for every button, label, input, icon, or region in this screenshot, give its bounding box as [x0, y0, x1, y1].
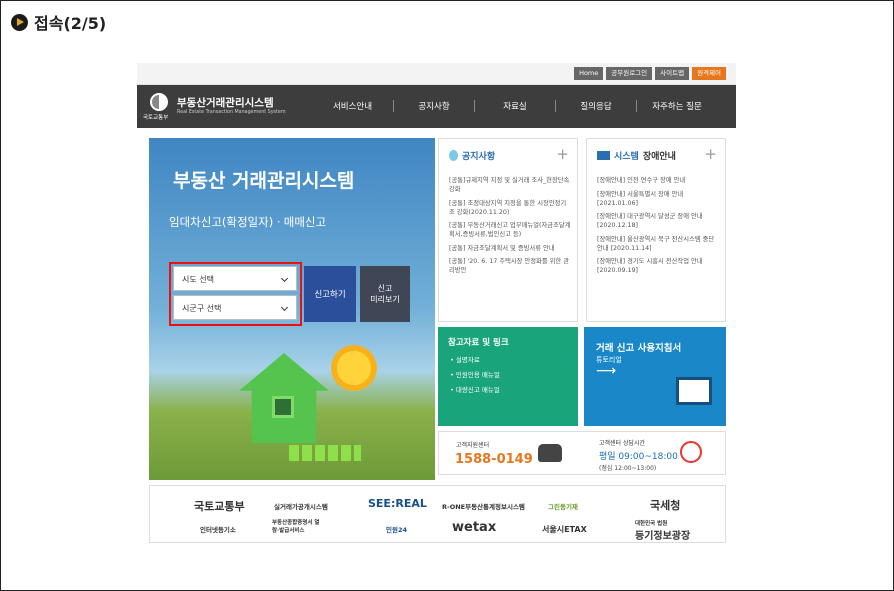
rone-link[interactable]: R-ONE부동산통계정보시스템: [442, 501, 525, 511]
clock-icon: [680, 441, 702, 463]
computer-icon: [676, 377, 712, 405]
resource-link-label: 민원인용 매뉴얼: [455, 371, 500, 379]
court-registry-link[interactable]: 등기정보광장: [635, 527, 690, 542]
outage-item[interactable]: [장애안내] 경기도 시흥시 전산작업 안내 [2020.09.19]: [597, 257, 719, 275]
site-logo-subtitle: Real Estate Transaction Management Syste…: [177, 110, 286, 115]
official-login-link[interactable]: 공무원로그인: [606, 67, 653, 80]
paper-people-illustration: [289, 445, 361, 461]
house-window-illustration: [272, 396, 294, 418]
seereal-link[interactable]: SEE:REAL: [368, 497, 427, 510]
menu-library[interactable]: 자료실: [474, 100, 555, 112]
hours-value: 평일 09:00~18:00: [599, 452, 678, 462]
menu-notice[interactable]: 공지사항: [393, 100, 474, 112]
lunch-hours: (점심 12:00~13:00): [599, 465, 657, 472]
menu-service-guide[interactable]: 서비스안내: [312, 100, 393, 112]
remote-control-link[interactable]: 원격제어: [692, 67, 726, 80]
report-button[interactable]: 신고하기: [304, 266, 356, 322]
utility-bar: Home 공무원로그인 사이트맵 원격제어: [137, 63, 736, 85]
slide-heading: 접속(2/5): [11, 10, 106, 34]
resource-link-guide[interactable]: • 설명자료: [450, 354, 480, 364]
notice-item[interactable]: [공통] 조정대상지역 지정을 통한 시장안정기조 강화(2020.11.20): [449, 199, 571, 217]
report-preview-button[interactable]: 신고미리보기: [360, 266, 410, 322]
play-bullet-icon: [11, 13, 28, 31]
arrow-right-icon: ⟶: [596, 363, 617, 379]
user-guide-panel[interactable]: 거래 신고 사용지침서 튜토리얼 ⟶: [584, 327, 726, 426]
seoul-etax-link[interactable]: 서울시ETAX: [542, 524, 587, 535]
notice-item[interactable]: [공통]규제지역 지정 및 실거래 조사_현장단속 강화: [449, 176, 571, 194]
outage-title-system[interactable]: 시스템: [614, 149, 639, 162]
support-center-label: 고객지원센터: [456, 442, 490, 449]
home-link[interactable]: Home: [574, 67, 604, 80]
outage-panel: 시스템 장애안내 + [장애안내] 인천 연수구 장애 안내 [장애안내] 서울특…: [586, 138, 726, 322]
sun-illustration: [331, 345, 377, 391]
wetax-link[interactable]: wetax: [452, 520, 496, 535]
notice-item[interactable]: [공통] 자금조달계획서 및 증빙서류 안내: [449, 244, 571, 253]
user-guide-title: 거래 신고 사용지침서: [596, 343, 682, 354]
main-nav: 국토교통부 부동산거래관리시스템 Real Estate Transaction…: [137, 85, 736, 128]
resource-link-manual[interactable]: • 민원인용 매뉴얼: [450, 369, 500, 379]
court-label: 대한민국 법원: [635, 521, 668, 527]
nts-link[interactable]: 국세청: [650, 497, 680, 513]
support-phone-number: 1588-0149: [455, 452, 533, 467]
outage-item[interactable]: [장애안내] 울산광역시 북구 전산시스템 중단안내 [2020.11.14]: [597, 235, 719, 253]
telephone-icon: [538, 444, 562, 462]
preview-line-1: 신고: [377, 284, 393, 293]
minwon24-link[interactable]: 민원24: [386, 524, 407, 534]
monitor-icon: [597, 151, 610, 160]
ministry-emblem-icon: [150, 93, 168, 111]
resources-panel: 참고자료 및 링크 • 설명자료 • 민원인용 매뉴얼 • 대량신고 매뉴얼: [438, 327, 578, 426]
lightbulb-icon: [449, 150, 458, 161]
menu-qna[interactable]: 질의응답: [555, 100, 636, 112]
site-logo-title[interactable]: 부동산거래관리시스템: [177, 95, 274, 110]
hours-label: 고객센터 상담시간: [599, 440, 646, 447]
related-sites-footer: 국토교통부 실거래가공개시스템 SEE:REAL R-ONE부동산통계정보시스템…: [149, 485, 726, 543]
outage-item[interactable]: [장애안내] 서울특별시 장애 안내 [2021.01.06]: [597, 190, 719, 208]
outage-title-rest: 장애안내: [642, 152, 676, 162]
hero-title: 부동산 거래관리시스템: [173, 170, 355, 192]
molit-link[interactable]: 국토교통부: [194, 498, 245, 514]
resource-link-bulk[interactable]: • 대량신고 매뉴얼: [450, 384, 500, 394]
notice-item[interactable]: [공통] '20. 6. 17 주택시장 안정화를 위한 관리방안: [449, 257, 571, 275]
green-registry-link[interactable]: 그린등기재: [548, 501, 578, 511]
logo-org: 국토교통부: [143, 115, 169, 121]
notice-item[interactable]: [공통] 부동산거래신고 업무매뉴얼(자금조달계획서,증빙서류,법인신고 등): [449, 221, 571, 239]
notice-title[interactable]: 공지사항: [462, 149, 495, 162]
menu-faq[interactable]: 자주하는 질문: [636, 100, 717, 112]
sitemap-link[interactable]: 사이트맵: [655, 67, 690, 80]
hero-subtitle: 임대차신고(확정일자)ㆍ매매신고: [169, 215, 327, 229]
resources-title: 참고자료 및 링크: [448, 338, 509, 348]
internet-registry-link[interactable]: 인터넷등기소: [200, 524, 236, 534]
outage-item[interactable]: [장애안내] 인천 연수구 장애 안내: [597, 176, 719, 185]
slide-title: 접속(2/5): [34, 14, 107, 33]
preview-line-2: 미리보기: [370, 295, 400, 304]
notice-more-icon[interactable]: +: [556, 145, 569, 163]
resource-link-label: 설명자료: [455, 356, 480, 364]
hero-banner: 부동산 거래관리시스템 임대차신고(확정일자)ㆍ매매신고 시도 선택 시군구 선…: [149, 138, 435, 480]
website-screenshot: Home 공무원로그인 사이트맵 원격제어 국토교통부 부동산거래관리시스템 R…: [137, 63, 736, 547]
highlight-box: [169, 262, 302, 326]
resource-link-label: 대량신고 매뉴얼: [455, 386, 500, 394]
notice-panel: 공지사항 + [공통]규제지역 지정 및 실거래 조사_현장단속 강화 [공통]…: [438, 138, 578, 322]
rtms-link[interactable]: 실거래가공개시스템: [274, 501, 328, 511]
document-service-link[interactable]: 부동산종합증명서 열람·발급서비스: [272, 518, 324, 534]
contact-panel: 고객지원센터 1588-0149 고객센터 상담시간 평일 09:00~18:0…: [438, 431, 726, 475]
outage-more-icon[interactable]: +: [704, 145, 717, 163]
outage-item[interactable]: [장애안내] 대구광역시 달성군 장애 안내 [2020.12.18]: [597, 212, 719, 230]
